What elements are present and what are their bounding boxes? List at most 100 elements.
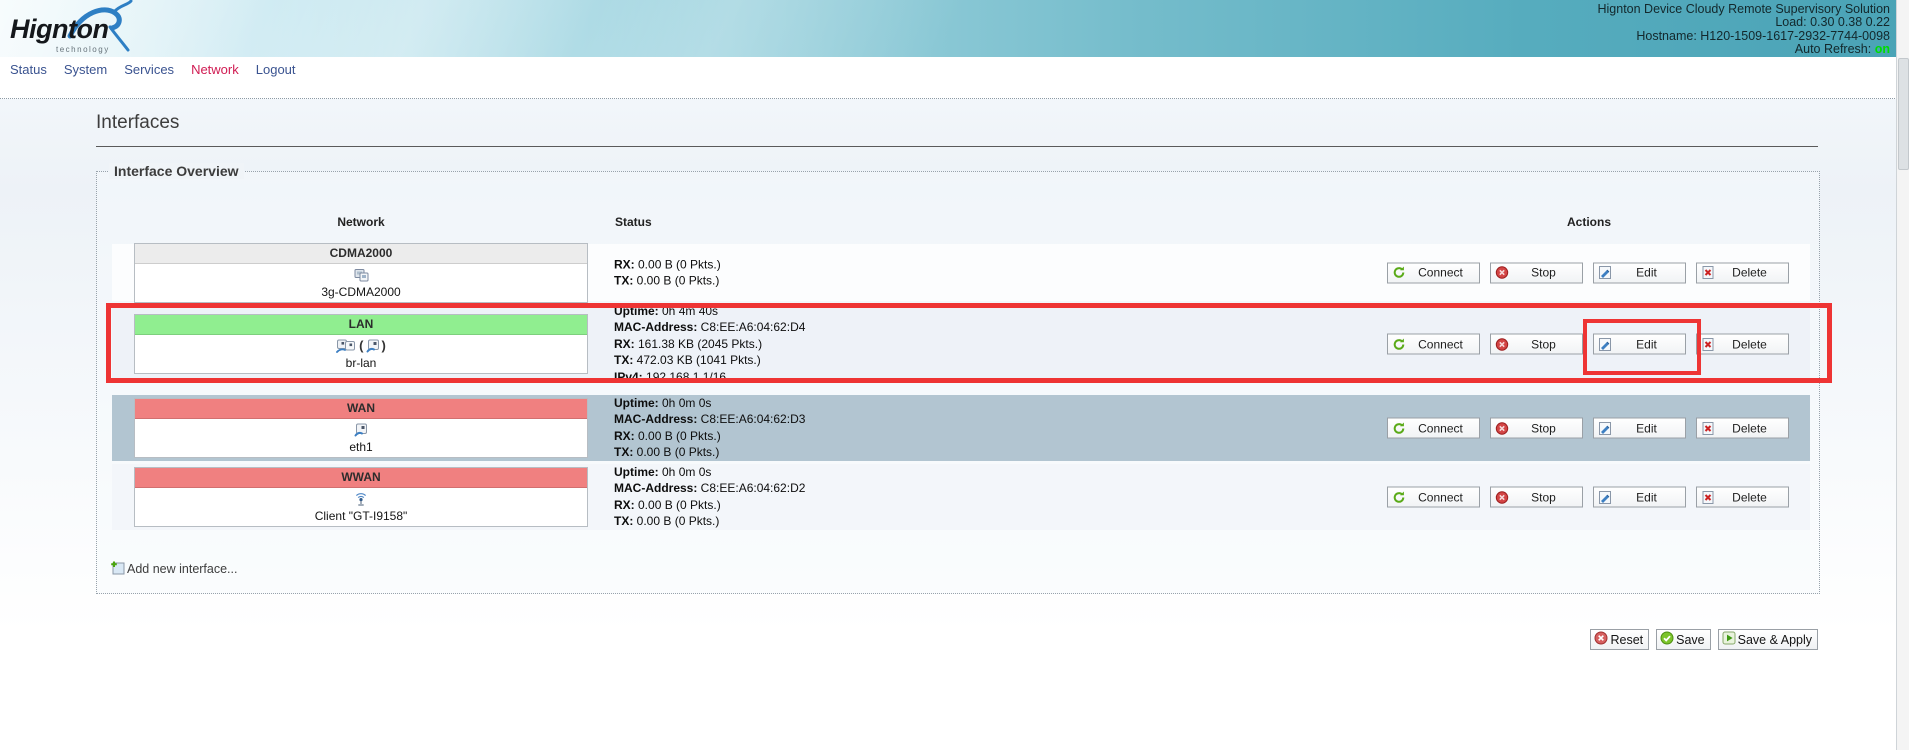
brand-logo: Hignton technology — [10, 2, 180, 56]
status-line: RX: 0.00 B (0 Pkts.) — [614, 497, 805, 513]
connect-icon — [1392, 490, 1406, 504]
connect-button[interactable]: Connect — [1387, 334, 1480, 355]
column-header-status: Status — [615, 215, 652, 229]
reset-button[interactable]: Reset — [1590, 629, 1649, 650]
nav-item-system[interactable]: System — [64, 62, 107, 77]
page-title: Interfaces — [96, 112, 179, 134]
stop-icon — [1495, 266, 1509, 280]
network-name-band: WAN — [135, 399, 587, 419]
button-label: Connect — [1406, 421, 1475, 435]
delete-button[interactable]: Delete — [1696, 418, 1789, 439]
wifi-icon — [135, 488, 587, 508]
status-cell: Uptime: 0h 0m 0sMAC-Address: C8:EE:A6:04… — [614, 464, 805, 530]
status-line: Uptime: 0h 0m 0s — [614, 464, 805, 480]
status-line: RX: 0.00 B (0 Pkts.) — [614, 256, 721, 272]
footer-buttons: Reset Save Save & Apply — [1590, 629, 1818, 650]
status-line: MAC-Address: C8:EE:A6:04:62:D3 — [614, 412, 805, 428]
button-label: Save — [1676, 633, 1705, 647]
edit-icon — [1598, 266, 1612, 280]
edit-button[interactable]: Edit — [1593, 262, 1686, 283]
delete-button[interactable]: Delete — [1696, 334, 1789, 355]
main-nav: Status System Services Network Logout — [10, 62, 296, 77]
connect-button[interactable]: Connect — [1387, 487, 1480, 508]
hostname: Hostname: H120-1509-1617-2932-7744-0098 — [1597, 30, 1890, 43]
network-cell: WANeth1 — [134, 398, 588, 458]
button-label: Edit — [1612, 490, 1681, 504]
status-cell: Uptime: 0h 4m 40sMAC-Address: C8:EE:A6:0… — [614, 303, 805, 385]
connect-icon — [1392, 266, 1406, 280]
auto-refresh-value: on — [1875, 42, 1890, 56]
load-average: Load: 0.30 0.38 0.22 — [1597, 16, 1890, 29]
device-name: br-lan — [135, 355, 587, 373]
save-apply-button[interactable]: Save & Apply — [1718, 629, 1818, 650]
button-label: Edit — [1612, 337, 1681, 351]
modem-icon — [135, 264, 587, 284]
button-label: Edit — [1612, 421, 1681, 435]
stop-icon — [1495, 490, 1509, 504]
status-line: TX: 472.03 KB (1041 Pkts.) — [614, 352, 805, 368]
button-label: Reset — [1610, 633, 1643, 647]
actions-cell: Connect Stop Edit Delete — [1387, 334, 1789, 355]
vertical-scrollbar[interactable] — [1896, 0, 1909, 750]
network-name-band: LAN — [135, 315, 587, 335]
status-line: TX: 0.00 B (0 Pkts.) — [614, 444, 805, 460]
network-name-band: WWAN — [135, 468, 587, 488]
add-interface-link[interactable]: Add new interface... — [110, 560, 237, 578]
status-line: TX: 0.00 B (0 Pkts.) — [614, 273, 721, 289]
delete-button[interactable]: Delete — [1696, 487, 1789, 508]
delete-icon — [1701, 337, 1715, 351]
top-header-bar: Hignton technology Hignton Device Cloudy… — [0, 0, 1909, 57]
delete-button[interactable]: Delete — [1696, 262, 1789, 283]
network-cell: CDMA20003g-CDMA2000 — [134, 243, 588, 303]
edit-button[interactable]: Edit — [1593, 487, 1686, 508]
connect-button[interactable]: Connect — [1387, 262, 1480, 283]
bridge-icon: () — [135, 335, 587, 355]
brand-tagline: technology — [56, 45, 110, 54]
button-label: Stop — [1509, 337, 1578, 351]
status-line: MAC-Address: C8:EE:A6:04:62:D2 — [614, 481, 805, 497]
scrollbar-thumb[interactable] — [1898, 58, 1909, 170]
status-line: RX: 161.38 KB (2045 Pkts.) — [614, 336, 805, 352]
router-admin-page: Hignton technology Hignton Device Cloudy… — [0, 0, 1909, 750]
stop-icon — [1495, 337, 1509, 351]
save-icon — [1660, 631, 1674, 648]
button-label: Delete — [1715, 266, 1784, 280]
status-line: TX: 0.00 B (0 Pkts.) — [614, 513, 805, 529]
system-info-block: Hignton Device Cloudy Remote Supervisory… — [1597, 3, 1890, 57]
status-line: Uptime: 0h 0m 0s — [614, 395, 805, 411]
delete-icon — [1701, 490, 1715, 504]
device-name: Client "GT-I9158" — [135, 508, 587, 526]
connect-button[interactable]: Connect — [1387, 418, 1480, 439]
nav-item-status[interactable]: Status — [10, 62, 47, 77]
stop-button[interactable]: Stop — [1490, 262, 1583, 283]
button-label: Connect — [1406, 490, 1475, 504]
reset-icon — [1594, 631, 1608, 648]
edit-button[interactable]: Edit — [1593, 334, 1686, 355]
nav-item-logout[interactable]: Logout — [256, 62, 296, 77]
interface-row-wwan: WWAN Client "GT-I9158" Uptime: 0h 0m 0sMAC… — [112, 464, 1810, 530]
add-interface-label: Add new interface... — [127, 562, 237, 576]
save-button[interactable]: Save — [1656, 629, 1711, 650]
button-label: Save & Apply — [1738, 633, 1812, 647]
nav-item-services[interactable]: Services — [124, 62, 174, 77]
button-label: Stop — [1509, 490, 1578, 504]
status-cell: RX: 0.00 B (0 Pkts.)TX: 0.00 B (0 Pkts.) — [614, 256, 721, 289]
edit-icon — [1598, 421, 1612, 435]
stop-button[interactable]: Stop — [1490, 418, 1583, 439]
network-name-band: CDMA2000 — [135, 244, 587, 264]
network-cell: WWAN Client "GT-I9158" — [134, 467, 588, 527]
stop-button[interactable]: Stop — [1490, 334, 1583, 355]
status-cell: Uptime: 0h 0m 0sMAC-Address: C8:EE:A6:04… — [614, 395, 805, 461]
stop-button[interactable]: Stop — [1490, 487, 1583, 508]
system-title: Hignton Device Cloudy Remote Supervisory… — [1597, 3, 1890, 16]
stop-icon — [1495, 421, 1509, 435]
actions-cell: Connect Stop Edit Delete — [1387, 487, 1789, 508]
edit-button[interactable]: Edit — [1593, 418, 1686, 439]
connect-icon — [1392, 421, 1406, 435]
button-label: Edit — [1612, 266, 1681, 280]
nav-item-network[interactable]: Network — [191, 62, 239, 77]
add-page-icon — [110, 560, 125, 578]
status-line: IPv4: 192.168.1.1/16 — [614, 369, 805, 385]
connect-icon — [1392, 337, 1406, 351]
column-header-actions: Actions — [1388, 215, 1790, 229]
